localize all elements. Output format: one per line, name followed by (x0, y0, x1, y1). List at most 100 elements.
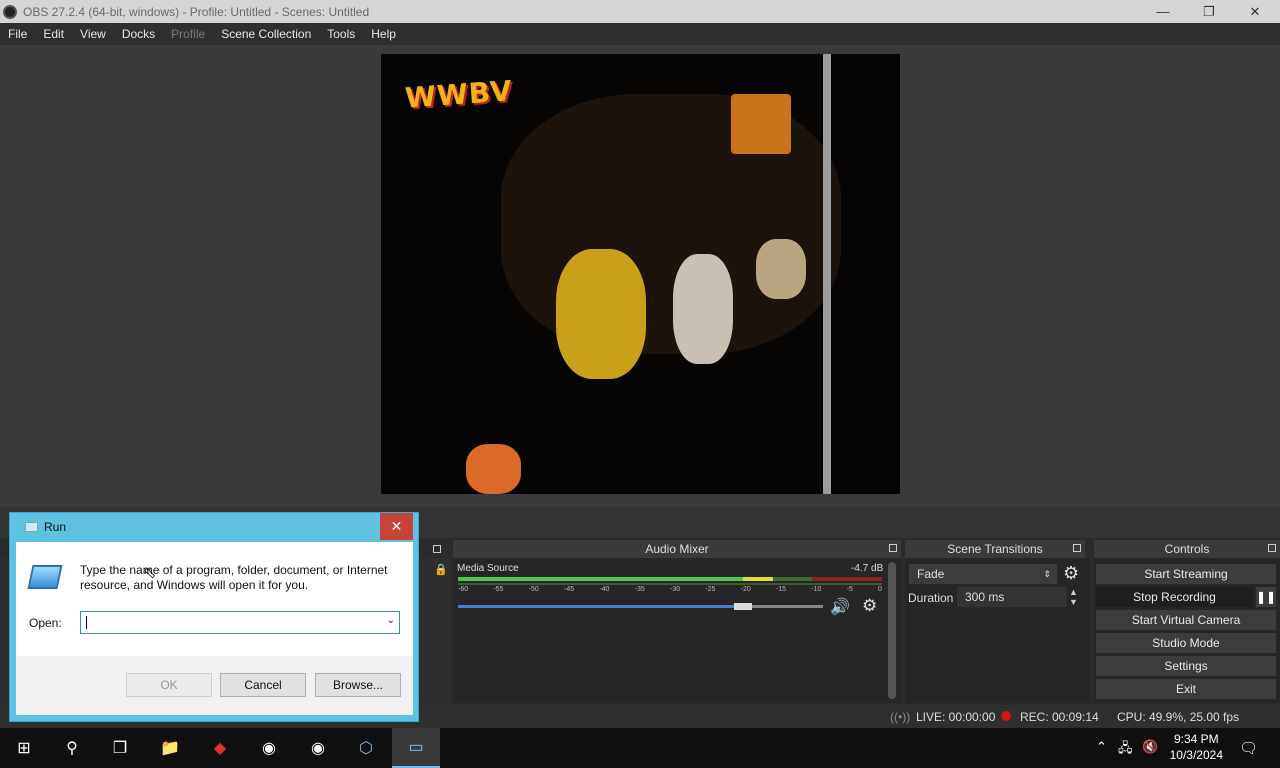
run-close-button[interactable]: ✕ (380, 513, 413, 540)
dock-float-icon[interactable] (1073, 544, 1081, 552)
tick-label: -50 (528, 586, 539, 593)
tick-label: -35 (634, 586, 645, 593)
mixer-source-name: Media Source (457, 563, 519, 574)
tick-label: -40 (599, 586, 610, 593)
recording-dot-icon (1001, 711, 1011, 721)
stream-status-icon: ((•)) (890, 710, 911, 724)
run-cancel-button[interactable]: Cancel (220, 673, 306, 697)
duration-spinbox[interactable]: 300 ms (957, 587, 1067, 607)
window-title: OBS 27.2.4 (64-bit, windows) - Profile: … (23, 4, 370, 19)
dock-float-icon[interactable] (1268, 544, 1276, 552)
close-icon: ✕ (390, 518, 403, 534)
app-red-icon[interactable]: ◆ (196, 728, 244, 768)
dock-float-icon[interactable] (433, 545, 441, 553)
spin-arrows-icon[interactable]: ▲ ▼ (1069, 587, 1078, 607)
scene-person-yellow (556, 249, 646, 379)
controls-title: Controls (1164, 542, 1210, 556)
studio-mode-button[interactable]: Studio Mode (1096, 633, 1276, 653)
meter-peak (458, 583, 882, 585)
menu-scene-collection[interactable]: Scene Collection (213, 27, 319, 41)
mixer-db-readout: -4.7 dB (851, 563, 884, 574)
stop-recording-button[interactable]: Stop Recording (1096, 587, 1253, 607)
menu-file[interactable]: File (0, 27, 35, 41)
scene-light (731, 94, 791, 154)
meter-red (812, 577, 882, 581)
run-program-icon (27, 565, 63, 589)
speaker-icon[interactable]: 🔊 (830, 597, 850, 617)
text-caret (86, 616, 87, 629)
minimize-button[interactable]: — (1140, 0, 1186, 23)
meter-ticks: -60 -55 -50 -45 -40 -35 -30 -25 -20 -15 … (458, 586, 882, 593)
scene-transitions-title: Scene Transitions (947, 542, 1043, 556)
menu-view[interactable]: View (72, 27, 114, 41)
meter-green (458, 577, 743, 581)
scene-transitions-header: Scene Transitions (905, 540, 1085, 558)
notifications-icon[interactable]: 🗨 (1239, 739, 1258, 757)
duration-value: 300 ms (965, 590, 1005, 604)
obs-window: OBS 27.2.4 (64-bit, windows) - Profile: … (0, 0, 1280, 768)
obs-logo-icon (3, 4, 17, 19)
audio-mixer-title: Audio Mixer (645, 542, 709, 556)
start-virtual-camera-button[interactable]: Start Virtual Camera (1096, 610, 1276, 630)
transition-select[interactable]: Fade ⇕ (909, 564, 1057, 584)
run-open-label: Open: (29, 616, 62, 630)
menu-help[interactable]: Help (363, 27, 404, 41)
mixer-scrollbar[interactable] (888, 562, 896, 699)
tick-label: -10 (811, 586, 822, 593)
lock-icon[interactable]: 🔒 (434, 563, 448, 576)
run-dialog: Run ✕ Type the name of a program, folder… (9, 512, 419, 722)
virtualbox-icon[interactable]: ⬡ (342, 728, 390, 768)
volume-slider-handle[interactable] (734, 603, 752, 610)
pause-icon: ❚❚ (1255, 590, 1277, 604)
tray-chevron-icon[interactable]: ⌃ (1096, 739, 1107, 755)
close-button[interactable]: ✕ (1232, 0, 1278, 23)
tick-label: 0 (878, 586, 882, 593)
cpu-fps: CPU: 49.9%, 25.00 fps (1117, 710, 1240, 724)
exit-button[interactable]: Exit (1096, 679, 1276, 699)
transition-gear-icon[interactable]: ⚙ (1063, 563, 1079, 584)
tick-label: -60 (458, 586, 469, 593)
duration-label: Duration (908, 591, 954, 605)
mixer-gear-icon[interactable]: ⚙ (862, 596, 877, 616)
tick-label: -30 (669, 586, 681, 593)
live-time: LIVE: 00:00:00 (916, 710, 996, 724)
audio-mixer-header: Audio Mixer (453, 540, 901, 558)
network-icon[interactable]: 🖧 (1118, 739, 1133, 761)
start-streaming-button[interactable]: Start Streaming (1096, 564, 1276, 584)
search-icon[interactable]: ⚲ (48, 728, 96, 768)
mouse-cursor-icon: ⬁ (143, 565, 157, 582)
run-browse-button[interactable]: Browse... (315, 673, 401, 697)
app-circle-icon[interactable]: ◉ (245, 728, 293, 768)
menu-tools[interactable]: Tools (319, 27, 363, 41)
windows-start-icon[interactable]: ⊞ (0, 728, 48, 768)
volume-muted-icon[interactable]: 🔇 (1142, 739, 1158, 755)
pause-recording-button[interactable]: ❚❚ (1256, 587, 1276, 607)
menu-docks[interactable]: Docks (114, 27, 163, 41)
tick-label: -25 (705, 586, 716, 593)
preview-canvas[interactable]: WWBV (381, 54, 900, 494)
tick-label: -45 (563, 586, 575, 593)
menu-bar: File Edit View Docks Profile Scene Colle… (0, 23, 1280, 45)
menu-profile[interactable]: Profile (163, 27, 213, 41)
chevron-down-icon[interactable]: ⌄ (387, 615, 395, 626)
menu-edit[interactable]: Edit (35, 27, 72, 41)
settings-button[interactable]: Settings (1096, 656, 1276, 676)
obs-taskbar-icon[interactable]: ◉ (294, 728, 342, 768)
clock-time: 9:34 PM (1173, 732, 1219, 746)
run-open-input[interactable]: ⌄ (80, 611, 400, 634)
restore-button[interactable]: ❐ (1186, 0, 1232, 23)
taskbar-clock[interactable]: 9:34 PM 10/3/2024 (1170, 731, 1223, 763)
run-taskbar-icon[interactable]: ▭ (392, 728, 440, 768)
scene-fire (466, 444, 521, 494)
task-view-icon[interactable]: ❐ (96, 728, 144, 768)
run-ok-button[interactable]: OK (126, 673, 212, 697)
title-bar: OBS 27.2.4 (64-bit, windows) - Profile: … (0, 0, 1280, 23)
tick-label: -5 (846, 586, 853, 593)
dock-float-icon[interactable] (889, 544, 897, 552)
wwbv-logo: WWBV (403, 74, 514, 115)
file-explorer-icon[interactable]: 📁 (146, 728, 194, 768)
controls-header: Controls (1094, 540, 1280, 558)
clock-date: 10/3/2024 (1169, 748, 1223, 762)
taskbar: ⊞ ⚲ ❐ 📁 ◆ ◉ ◉ ⬡ ▭ ⌃ 🖧 🔇 9:34 PM 10/3/202… (0, 728, 1280, 768)
tick-label: -55 (493, 586, 504, 593)
